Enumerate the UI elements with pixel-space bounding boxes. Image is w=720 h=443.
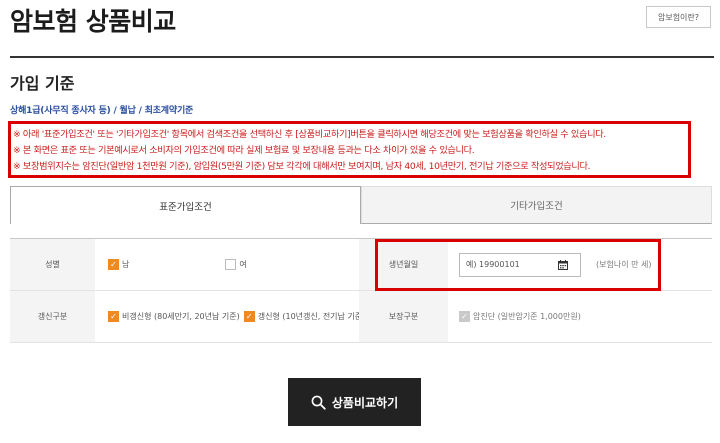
notice-line: ※ 보장범위지수는 암진단(일반암 1천만원 기준), 암입원(5만원 기준) … xyxy=(13,161,591,172)
compare-products-button[interactable]: 상품비교하기 xyxy=(288,378,421,426)
coverage-label: 보장구분 xyxy=(359,291,448,342)
tab-standard-conditions[interactable]: 표준가입조건 xyxy=(10,186,361,224)
non-renewal-label: 비갱신형 (80세만기, 20년납 기준) xyxy=(122,312,240,321)
check-icon: ✓ xyxy=(108,259,119,270)
cancer-diagnosis-label: 암진단 (일반암기준 1,000만원) xyxy=(473,312,581,321)
renewal-options: ✓ 비갱신형 (80세만기, 20년납 기준) ✓ 갱신형 (10년갱신, 전기… xyxy=(95,291,365,342)
notice-line: ※ 아래 '표준가입조건' 또는 '기타가입조건' 항목에서 검색조건을 선택하… xyxy=(13,129,606,140)
coverage-options: ✓ 암진단 (일반암기준 1,000만원) xyxy=(448,291,712,342)
non-renewal-checkbox[interactable]: ✓ 비갱신형 (80세만기, 20년납 기준) xyxy=(108,311,240,322)
gender-label: 성별 xyxy=(10,239,95,290)
compare-button-label: 상품비교하기 xyxy=(331,395,399,410)
form-row: 갱신구분 ✓ 비갱신형 (80세만기, 20년납 기준) ✓ 갱신형 (10년갱… xyxy=(10,291,712,343)
check-icon: ✓ xyxy=(243,311,255,322)
gender-male-checkbox[interactable]: ✓ 남 xyxy=(108,259,129,270)
gender-options: ✓ 남 여 xyxy=(95,239,359,290)
calendar-icon[interactable] xyxy=(558,259,568,270)
form-row: 성별 ✓ 남 여 생년월일 예) 19900101 (보험나이 만 세) xyxy=(10,239,712,291)
gender-male-label: 남 xyxy=(122,260,130,269)
gender-female-label: 여 xyxy=(239,260,247,269)
check-icon: ✓ xyxy=(459,311,470,322)
criteria-link[interactable]: 상해1급(사무직 종사자 등) / 월납 / 최초계약기준 xyxy=(10,103,193,116)
renewal-option-label: 갱신형 (10년갱신, 전기납 기준) xyxy=(257,312,366,321)
birthdate-cell: (보험나이 만 세) xyxy=(448,239,712,290)
notice-line: ※ 본 화면은 표준 또는 기본예시로서 소비자의 가입조건에 따라 실제 보험… xyxy=(13,145,475,156)
birthdate-input[interactable] xyxy=(466,260,558,269)
about-cancer-insurance-button[interactable]: 암보험이란? xyxy=(646,6,711,28)
header-divider xyxy=(10,56,714,58)
renewal-label: 갱신구분 xyxy=(10,291,95,342)
gender-female-checkbox[interactable]: 여 xyxy=(225,259,247,270)
notice-box: ※ 아래 '표준가입조건' 또는 '기타가입조건' 항목에서 검색조건을 선택하… xyxy=(8,121,691,178)
search-icon xyxy=(311,395,326,410)
check-icon: ✓ xyxy=(108,311,119,322)
checkbox-empty-icon xyxy=(225,259,237,270)
birthdate-label: 생년월일 xyxy=(359,239,448,290)
condition-form: 성별 ✓ 남 여 생년월일 예) 19900101 (보험나이 만 세) 갱신구… xyxy=(10,238,712,343)
page-title: 암보험 상품비교 xyxy=(10,7,176,36)
insurance-age-text: (보험나이 만 세) xyxy=(596,260,652,269)
tab-other-conditions[interactable]: 기타가입조건 xyxy=(361,186,712,224)
birthdate-field[interactable] xyxy=(459,252,581,277)
renewal-checkbox[interactable]: ✓ 갱신형 (10년갱신, 전기납 기준) xyxy=(243,311,366,322)
cancer-diagnosis-checkbox: ✓ 암진단 (일반암기준 1,000만원) xyxy=(459,311,581,322)
condition-tabs: 표준가입조건 기타가입조건 xyxy=(10,186,712,224)
section-title: 가입 기준 xyxy=(10,74,75,93)
